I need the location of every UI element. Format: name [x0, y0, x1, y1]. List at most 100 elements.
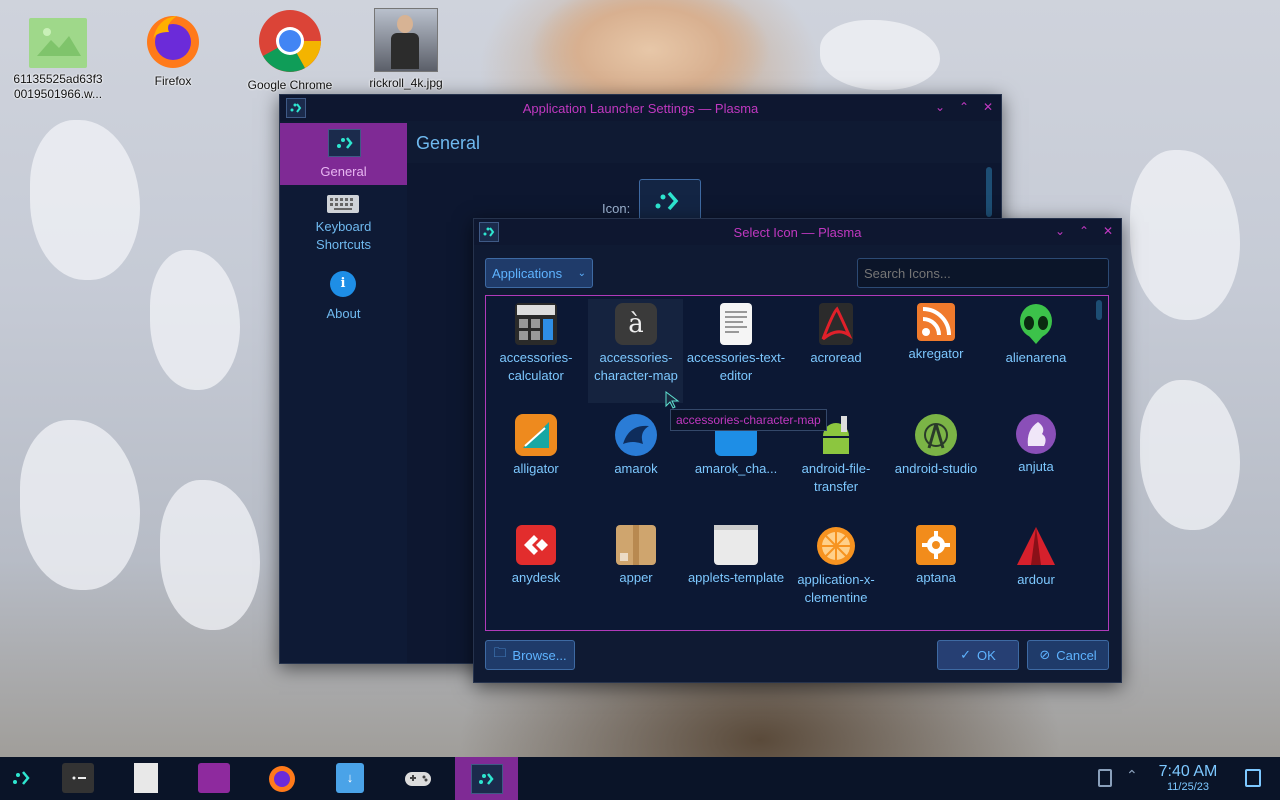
taskbar-app-downloads[interactable]: ↓	[336, 763, 364, 793]
icon-item[interactable]: accessories-calculator	[486, 303, 586, 385]
icon-item[interactable]: acroread	[786, 303, 886, 367]
icon-item-label: accessories-text-editor	[686, 350, 786, 383]
icon-item-label: android-studio	[894, 461, 978, 476]
desktop-icon-chrome[interactable]: Google Chrome	[235, 8, 345, 93]
keyboard-icon	[327, 195, 359, 213]
sidebar-item-keyboard-shortcuts[interactable]: Keyboard Shortcuts	[280, 187, 407, 259]
icon-item-label: alligator	[513, 461, 559, 476]
taskbar-app-file-manager[interactable]	[198, 763, 230, 793]
chevron-up-icon[interactable]: ⌃	[1126, 767, 1138, 784]
icon-item-label: anydesk	[511, 570, 561, 585]
download-folder-icon: ↓	[346, 770, 354, 785]
icon-item-label: anjuta	[1018, 459, 1054, 474]
cancel-button-label: Cancel	[1056, 647, 1097, 663]
sidebar-item-about[interactable]: i About	[280, 265, 407, 325]
icon-item[interactable]: alienarena	[986, 303, 1086, 367]
sidebar-item-label: About	[326, 306, 361, 321]
android-studio-icon	[915, 414, 957, 456]
close-icon[interactable]: ✕	[1101, 224, 1115, 238]
image-thumbnail	[374, 8, 438, 72]
icon-item-label: android-file-transfer	[801, 461, 871, 494]
icon-item[interactable]: accessories-text-editor	[686, 303, 786, 385]
sidebar-item-general[interactable]: General	[280, 123, 407, 185]
clock[interactable]: 7:40 AM 11/25/23	[1150, 763, 1226, 794]
aptana-icon	[916, 525, 956, 565]
app-launcher-button[interactable]	[6, 763, 38, 793]
icon-item-label: applets-template	[687, 570, 785, 585]
category-select[interactable]: Applications ⌄	[485, 258, 593, 288]
icon-item[interactable]: application-x-clementine	[786, 525, 886, 607]
amarok-icon	[615, 414, 657, 456]
search-input[interactable]	[857, 258, 1109, 288]
clipboard-icon[interactable]	[1098, 769, 1112, 787]
browse-button[interactable]: 🗀 Browse...	[485, 640, 575, 670]
taskbar-app-text-editor[interactable]	[134, 763, 158, 793]
icon-button[interactable]	[639, 179, 701, 223]
icon-item[interactable]: à accessories-character-map	[586, 303, 686, 385]
launcher-icon	[471, 764, 503, 794]
launcher-preview-icon	[655, 191, 679, 211]
scrollbar[interactable]	[986, 167, 992, 217]
maximize-icon[interactable]: ⌃	[1077, 224, 1091, 238]
icon-item[interactable]: alligator	[486, 414, 586, 478]
cancel-icon: ⊘	[1039, 647, 1051, 662]
icon-item-label: application-x-clementine	[797, 572, 875, 605]
minimize-icon[interactable]: ⌄	[1053, 224, 1067, 238]
alligator-icon	[515, 414, 557, 456]
select-icon-dialog: Select Icon — Plasma ⌄ ⌃ ✕ Applications …	[473, 218, 1122, 683]
tooltip: accessories-character-map	[670, 409, 827, 431]
icon-field-label: Icon:	[602, 201, 631, 216]
taskbar-app-terminal[interactable]	[62, 763, 94, 793]
background-shape	[20, 420, 140, 590]
ok-button[interactable]: ✓ OK	[937, 640, 1019, 670]
image-file-icon	[29, 18, 87, 68]
icon-item-label: apper	[619, 570, 653, 585]
scrollbar[interactable]	[1096, 300, 1102, 320]
icon-item[interactable]: anjuta	[986, 414, 1086, 476]
dialog-titlebar: Select Icon — Plasma ⌄ ⌃ ✕	[474, 219, 1121, 245]
background-shape	[1130, 150, 1240, 320]
clock-time: 7:40 AM	[1158, 763, 1218, 780]
background-shape	[1140, 380, 1240, 530]
icon-item[interactable]: akregator	[886, 303, 986, 363]
page-title: General	[416, 133, 481, 153]
icon-item-label: amarok_cha...	[694, 461, 778, 476]
icon-item-label: aptana	[916, 570, 956, 585]
icon-item[interactable]: applets-template	[686, 525, 786, 587]
background-shape	[160, 480, 260, 630]
chevron-down-icon: ⌄	[577, 267, 586, 279]
terminal-icon	[72, 776, 86, 780]
settings-titlebar: Application Launcher Settings — Plasma ⌄…	[280, 95, 1001, 121]
desktop-icon-label: Google Chrome	[247, 78, 333, 92]
icon-item[interactable]: anydesk	[486, 525, 586, 587]
desktop-icon-rickroll[interactable]: rickroll_4k.jpg	[351, 8, 461, 91]
icon-item[interactable]: ardour	[986, 525, 1086, 589]
icon-item[interactable]: android-studio	[886, 414, 986, 478]
alien-icon	[1015, 303, 1057, 345]
icon-item[interactable]: apper	[586, 525, 686, 587]
minimize-icon[interactable]: ⌄	[933, 100, 947, 114]
desktop-icon-firefox[interactable]: Firefox	[118, 10, 228, 89]
taskbar-app-firefox[interactable]	[266, 763, 298, 793]
character-map-icon: à	[615, 303, 657, 345]
background-shape	[820, 20, 940, 90]
icon-item-label: ardour	[1017, 572, 1055, 587]
browse-button-label: Browse...	[512, 647, 567, 663]
launcher-icon	[13, 771, 30, 785]
taskbar-app-game[interactable]	[402, 763, 434, 793]
ok-button-label: OK	[977, 647, 996, 663]
anydesk-icon	[516, 525, 556, 565]
calculator-icon	[515, 303, 557, 345]
icon-item[interactable]: aptana	[886, 525, 986, 587]
maximize-icon[interactable]: ⌃	[957, 100, 971, 114]
close-icon[interactable]: ✕	[981, 100, 995, 114]
taskbar: ↓ ⌃ 7:40 AM 11/25/23	[0, 757, 1280, 800]
show-desktop-icon[interactable]	[1245, 769, 1261, 787]
desktop-icon-image-file[interactable]: 61135525ad63f3 0019501966.w...	[3, 18, 113, 102]
chrome-icon	[257, 8, 323, 74]
cancel-button[interactable]: ⊘ Cancel	[1027, 640, 1109, 670]
ardour-icon	[1015, 525, 1057, 567]
taskbar-app-settings-active[interactable]	[455, 757, 518, 800]
launcher-icon	[328, 129, 361, 157]
background-shape	[30, 120, 140, 280]
